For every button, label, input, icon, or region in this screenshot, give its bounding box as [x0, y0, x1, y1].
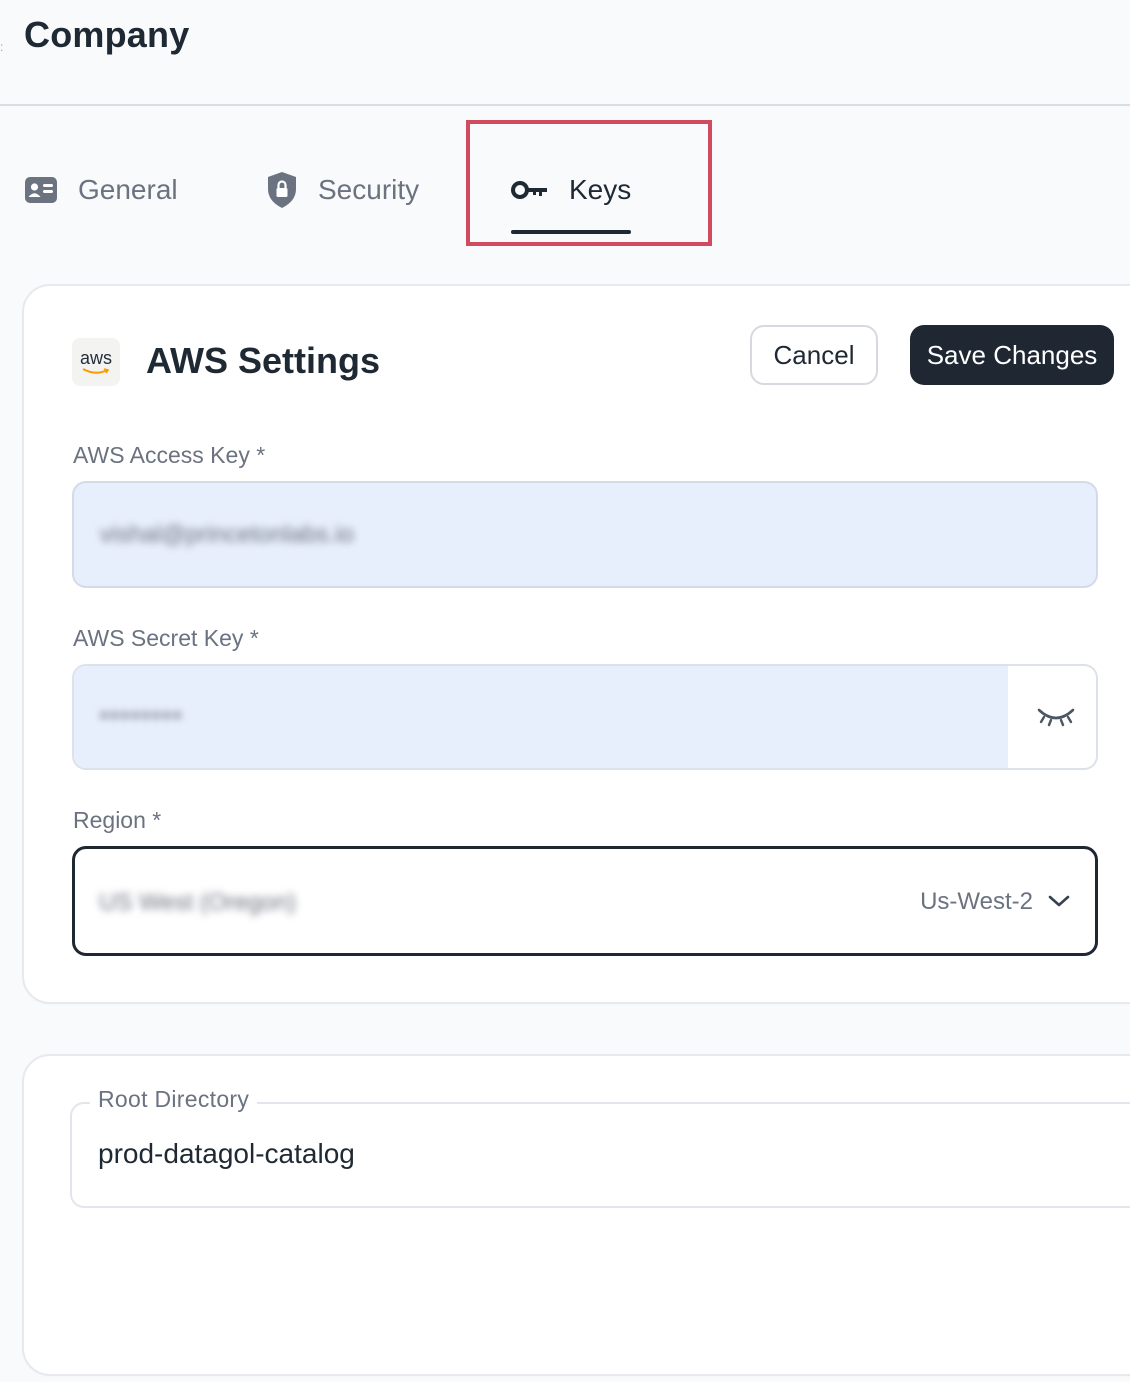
top-bar: : Company [0, 0, 1130, 106]
secret-key-input[interactable]: •••••••• [74, 666, 1008, 768]
access-key-value: vishal@princetonlabs.io [100, 521, 354, 548]
cancel-button[interactable]: Cancel [750, 325, 878, 385]
tab-keys-label: Keys [569, 174, 632, 205]
secret-key-field: •••••••• [72, 664, 1098, 770]
aws-smile-icon [82, 368, 110, 374]
edge-mark: : [0, 40, 4, 54]
secret-key-value: •••••••• [100, 702, 184, 729]
tab-keys[interactable]: Keys [511, 160, 631, 220]
active-tab-indicator [511, 230, 631, 234]
access-key-input[interactable]: vishal@princetonlabs.io [72, 481, 1098, 588]
shield-lock-icon [266, 171, 298, 209]
region-select[interactable]: US West (Oregon) Us-West-2 [72, 846, 1098, 956]
aws-logo-text: aws [79, 348, 112, 368]
chevron-down-icon [1048, 895, 1070, 907]
id-card-icon [24, 176, 58, 204]
region-value: US West (Oregon) [99, 889, 296, 916]
key-icon [511, 179, 549, 201]
save-changes-button[interactable]: Save Changes [910, 325, 1114, 385]
eye-closed-icon[interactable] [1036, 702, 1076, 732]
region-code: Us-West-2 [920, 888, 1033, 915]
secret-key-label: AWS Secret Key * [73, 625, 259, 651]
root-directory-value: prod-datagol-catalog [98, 1138, 355, 1169]
access-key-label: AWS Access Key * [73, 442, 266, 468]
tab-security[interactable]: Security [266, 160, 419, 220]
tab-general-label: General [78, 174, 178, 205]
tab-general[interactable]: General [24, 160, 178, 220]
region-label: Region * [73, 807, 162, 833]
card-title: AWS Settings [146, 340, 381, 381]
aws-logo: aws [72, 338, 120, 386]
page-title: Company [24, 14, 190, 55]
tab-security-label: Security [318, 174, 420, 205]
root-directory-label: Root Directory [90, 1086, 258, 1113]
